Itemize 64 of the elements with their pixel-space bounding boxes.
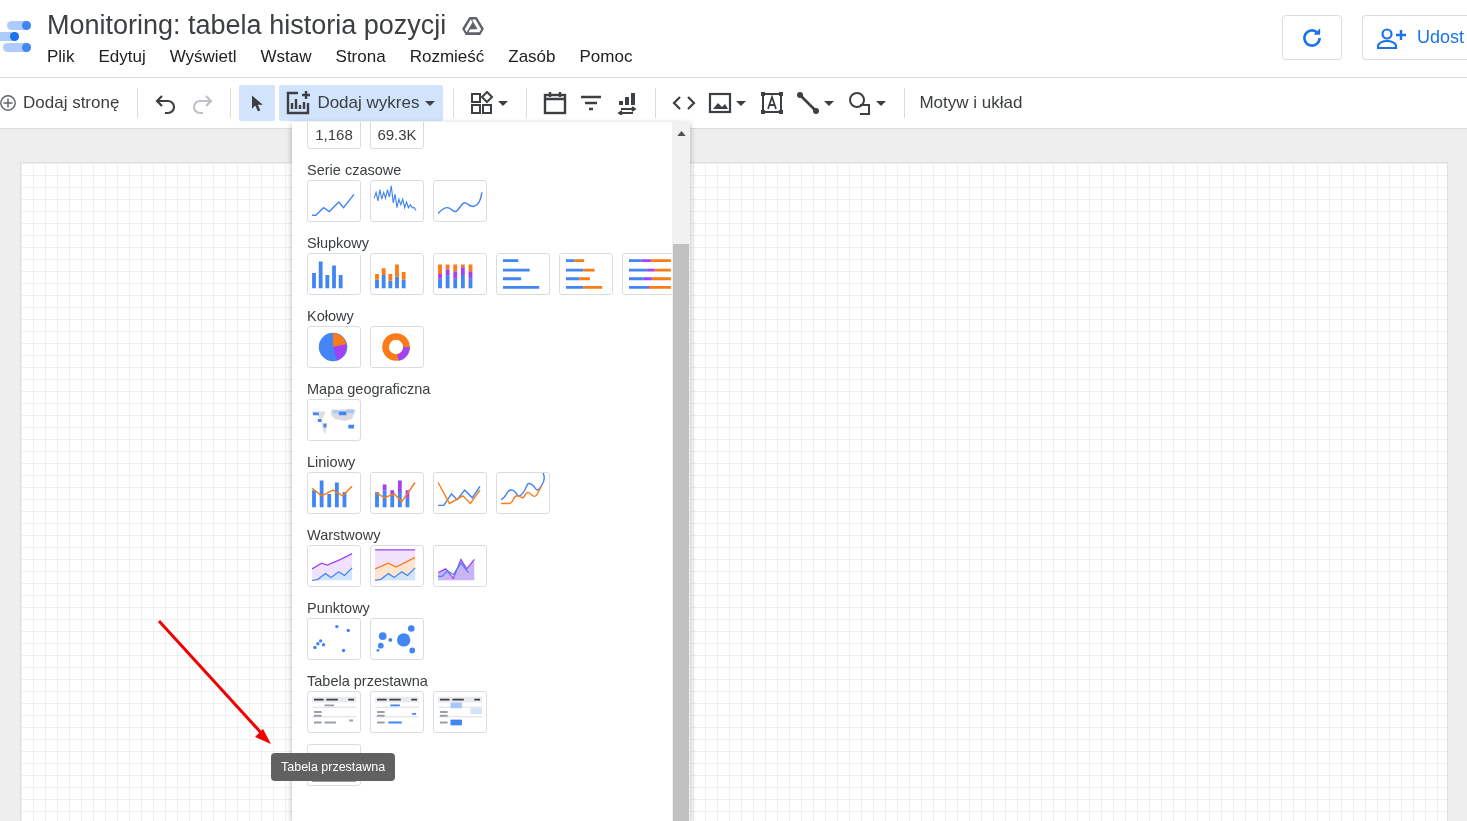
menu-item[interactable]: Strona: [333, 47, 398, 67]
refresh-button[interactable]: [1282, 15, 1342, 60]
chart-option[interactable]: [307, 399, 361, 441]
caret-icon: [425, 100, 436, 106]
chart-option[interactable]: [433, 545, 487, 587]
chart-option[interactable]: [370, 691, 424, 733]
menu-item[interactable]: Wstaw: [258, 47, 324, 67]
scorecard-option[interactable]: 69.3K: [370, 122, 424, 149]
menu-item[interactable]: Rozmieść: [407, 47, 497, 67]
text-box-icon[interactable]: [760, 91, 785, 115]
chart-option[interactable]: [307, 326, 361, 368]
tooltip: Tabela przestawna: [271, 753, 396, 781]
components-icon[interactable]: [470, 91, 511, 115]
chart-option[interactable]: [307, 545, 361, 587]
menu-item[interactable]: Edytuj: [96, 47, 158, 67]
menu-item[interactable]: Pomoc: [577, 47, 645, 67]
section-label: Kołowy: [307, 307, 355, 326]
chart-option[interactable]: [307, 472, 361, 514]
chart-option[interactable]: [370, 326, 424, 368]
chart-option[interactable]: [370, 180, 424, 222]
chart-option[interactable]: [496, 253, 550, 295]
select-tool-button[interactable]: [239, 85, 276, 121]
logo-icon: [0, 19, 31, 53]
chart-option[interactable]: [433, 472, 487, 514]
menu-item[interactable]: Wyświetl: [167, 47, 249, 67]
section-label: Warstwowy: [307, 526, 382, 545]
chart-option[interactable]: [433, 253, 487, 295]
add-page-button[interactable]: Dodaj stronę: [0, 85, 128, 121]
add-chart-icon: [285, 90, 312, 116]
chart-option[interactable]: [370, 545, 424, 587]
section-label: Liniowy: [307, 453, 357, 472]
chart-option[interactable]: [433, 691, 487, 733]
chart-option[interactable]: [307, 618, 361, 660]
line-icon[interactable]: [796, 91, 837, 115]
chart-option[interactable]: [370, 253, 424, 295]
image-icon[interactable]: [708, 91, 749, 115]
chart-option[interactable]: [370, 618, 424, 660]
section-label: Słupkowy: [307, 234, 371, 253]
chart-option[interactable]: [496, 472, 550, 514]
drive-icon[interactable]: [462, 15, 485, 36]
plus-circle-icon: [0, 94, 17, 112]
scrollbar[interactable]: [672, 122, 690, 821]
chart-option[interactable]: [370, 472, 424, 514]
add-person-icon: [1377, 25, 1407, 50]
calendar-icon[interactable]: [543, 91, 568, 115]
chart-option[interactable]: [307, 253, 361, 295]
scorecard-option[interactable]: 1,168: [307, 122, 361, 149]
chart-option[interactable]: [307, 691, 361, 733]
theme-layout-button[interactable]: Motyw i układ: [915, 85, 1027, 121]
document-title[interactable]: Monitoring: tabela historia pozycji: [47, 10, 447, 41]
chart-option[interactable]: [559, 253, 613, 295]
chart-option[interactable]: [307, 180, 361, 222]
shape-icon[interactable]: [848, 91, 889, 115]
section-label: Punktowy: [307, 599, 371, 618]
section-label: Serie czasowe: [307, 161, 403, 180]
section-label: Tabela przestawna: [307, 672, 429, 691]
scroll-up-icon[interactable]: [676, 131, 686, 136]
chart-option[interactable]: [622, 253, 672, 295]
add-chart-button[interactable]: Dodaj wykres: [279, 85, 444, 121]
share-button[interactable]: Udost: [1362, 15, 1467, 60]
menu-item[interactable]: Plik: [47, 47, 87, 67]
menu-item[interactable]: Zasób: [506, 47, 568, 67]
section-label: Mapa geograficzna: [307, 380, 432, 399]
chart-option[interactable]: [433, 180, 487, 222]
